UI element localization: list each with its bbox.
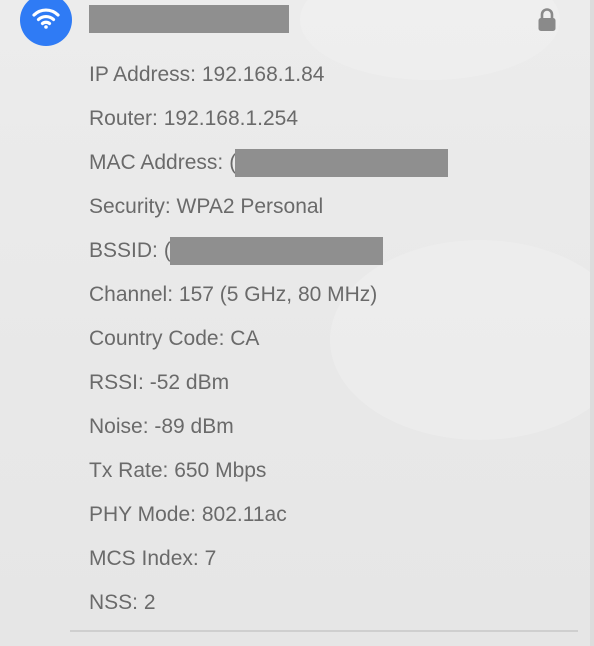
detail-row-tx-rate: Tx Rate: 650 Mbps [89, 449, 448, 493]
detail-row-router: Router: 192.168.1.254 [89, 97, 448, 141]
wifi-icon [32, 7, 60, 34]
detail-row-ip: IP Address: 192.168.1.84 [89, 53, 448, 97]
phy-label: PHY Mode: [89, 503, 196, 526]
mac-value-redacted [235, 149, 449, 177]
detail-row-mcs: MCS Index: 7 [89, 537, 448, 581]
rssi-value: -52 dBm [149, 371, 230, 394]
tx-rate-value: 650 Mbps [174, 459, 267, 482]
ip-value: 192.168.1.84 [201, 63, 325, 86]
detail-row-channel: Channel: 157 (5 GHz, 80 MHz) [89, 273, 448, 317]
ip-label: IP Address: [89, 63, 197, 86]
detail-row-phy: PHY Mode: 802.11ac [89, 493, 448, 537]
nss-value: 2 [143, 591, 156, 614]
router-value: 192.168.1.254 [163, 107, 299, 130]
security-value: WPA2 Personal [176, 195, 324, 218]
rssi-label: RSSI: [89, 371, 144, 394]
detail-row-rssi: RSSI: -52 dBm [89, 361, 448, 405]
network-details-list: IP Address: 192.168.1.84 Router: 192.168… [89, 53, 449, 625]
panel-edge [590, 0, 594, 646]
mcs-value: 7 [204, 547, 217, 570]
router-label: Router: [89, 107, 158, 130]
mcs-label: MCS Index: [89, 547, 199, 570]
lock-icon [537, 7, 557, 33]
bssid-value-redacted [169, 237, 383, 265]
network-name-redacted [89, 5, 289, 33]
noise-value: -89 dBm [154, 415, 234, 438]
detail-row-nss: NSS: 2 [89, 581, 448, 625]
detail-row-mac: MAC Address:( [89, 141, 449, 185]
mac-label: MAC Address: [89, 151, 224, 174]
divider [70, 630, 578, 632]
channel-label: Channel: [89, 283, 174, 306]
tx-rate-label: Tx Rate: [89, 459, 169, 482]
noise-label: Noise: [89, 415, 149, 438]
wifi-details-panel: IP Address: 192.168.1.84 Router: 192.168… [0, 0, 594, 646]
wifi-toggle-button[interactable] [20, 0, 72, 46]
phy-value: 802.11ac [201, 503, 287, 526]
bssid-label: BSSID: [89, 239, 158, 262]
country-value: CA [230, 327, 260, 350]
detail-row-noise: Noise: -89 dBm [89, 405, 448, 449]
nss-label: NSS: [89, 591, 139, 614]
channel-value: 157 (5 GHz, 80 MHz) [178, 283, 378, 306]
detail-row-bssid: BSSID:( [89, 229, 448, 273]
detail-row-country: Country Code: CA [89, 317, 448, 361]
security-label: Security: [89, 195, 171, 218]
detail-row-security: Security: WPA2 Personal [89, 185, 448, 229]
country-label: Country Code: [89, 327, 225, 350]
